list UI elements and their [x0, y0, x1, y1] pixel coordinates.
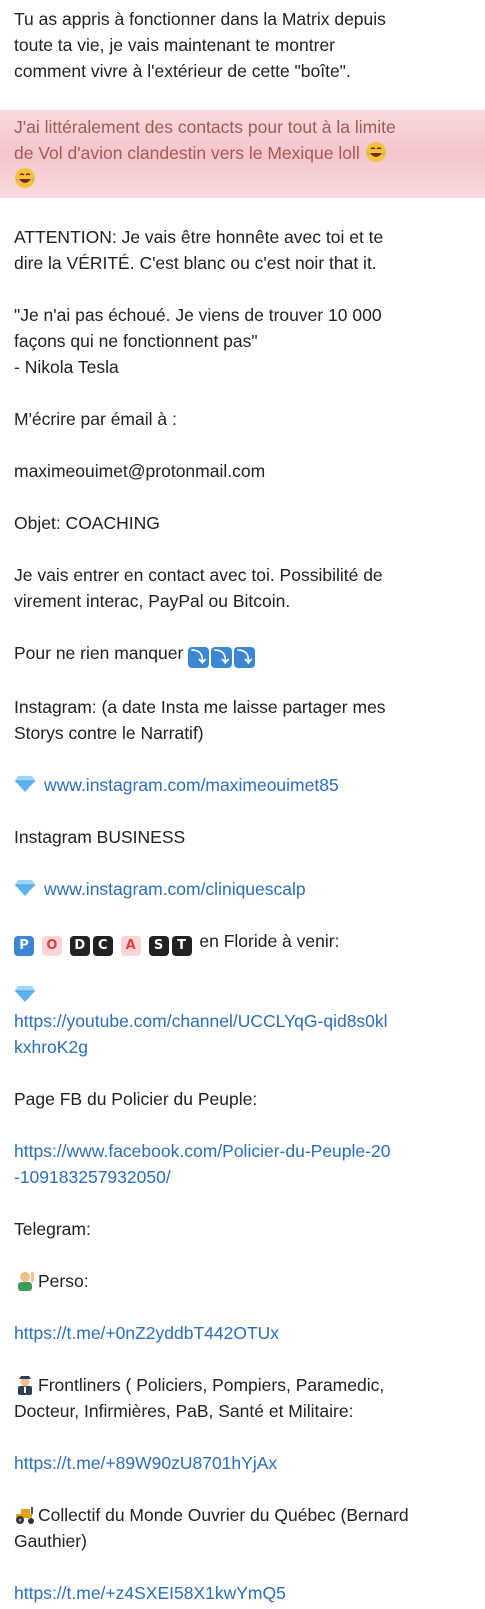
down-arrow-button-icon: ⤵: [188, 647, 210, 668]
officer-icon: [18, 1376, 32, 1395]
fb-title: Page FB du Policier du Peuple:: [14, 1089, 258, 1109]
instagram-business-link-row: www.instagram.com/cliniquescalp: [14, 876, 471, 902]
fb-link-line-2[interactable]: -109183257932050/: [14, 1164, 471, 1190]
instagram-business-link[interactable]: www.instagram.com/cliniquescalp: [44, 879, 306, 899]
frontliners-line-2: Docteur, Infirmières, PaB, Santé et Mili…: [14, 1401, 354, 1421]
highlighted-passage: J'ai littéralement des contacts pour tou…: [0, 110, 485, 198]
youtube-link-line-1[interactable]: https://youtube.com/channel/UCCLYqG-qid8…: [14, 1008, 471, 1034]
intro-line-2: toute ta vie, je vais maintenant te mont…: [14, 35, 335, 55]
letter-c-icon: C: [92, 936, 113, 956]
intro-line-3: comment vivre à l'extérieur de cette "bo…: [14, 61, 351, 81]
podcast-text: en Floride à venir:: [199, 931, 340, 951]
frontliners-line-1: Frontliners ( Policiers, Pompiers, Param…: [14, 1372, 471, 1398]
fb-link-line-1[interactable]: https://www.facebook.com/Policier-du-Peu…: [14, 1138, 471, 1164]
highlight-line-3: [14, 166, 471, 192]
down-arrow-button-icon: ⤵: [211, 647, 233, 668]
attention-line-1: ATTENTION: Je vais être honnête avec toi…: [14, 227, 384, 247]
face-with-tears-of-joy-icon: [365, 142, 386, 162]
blue-diamond-icon: [15, 776, 35, 792]
perso-title: Perso:: [14, 1268, 471, 1294]
letter-a-icon: A: [120, 936, 141, 956]
letter-d-icon: D: [69, 936, 90, 956]
letter-p-icon: P: [14, 936, 34, 956]
perso-link[interactable]: https://t.me/+0nZ2yddbT442OTUx: [14, 1320, 471, 1346]
person-raising-hand-icon: [18, 1272, 34, 1291]
subject-line: Objet: COACHING: [14, 513, 160, 533]
tractor-icon: [16, 1507, 34, 1524]
letter-t-icon: T: [171, 936, 192, 956]
instagram-link-row: www.instagram.com/maximeouimet85: [14, 772, 471, 798]
quote-line-2: façons qui ne fonctionnent pas": [14, 331, 258, 351]
email-prompt: M'écrire par émail à :: [14, 409, 177, 429]
blue-diamond-icon: [15, 880, 35, 896]
letter-s-icon: S: [148, 936, 169, 956]
telegram-title: Telegram:: [14, 1219, 91, 1239]
frontliners-link[interactable]: https://t.me/+89W90zU8701hYjAx: [14, 1450, 471, 1476]
intro-line-1: Tu as appris à fonctionner dans la Matri…: [14, 9, 386, 29]
quote-author: - Nikola Tesla: [14, 357, 119, 377]
instagram-line-2: Storys contre le Narratif): [14, 723, 204, 743]
collectif-link[interactable]: https://t.me/+z4SXEI58X1kwYmQ5: [14, 1580, 471, 1606]
down-arrow-button-icon: ⤵: [234, 647, 256, 668]
highlight-line-2: de Vol d'avion clandestin vers le Mexiqu…: [14, 140, 471, 166]
email-address[interactable]: maximeouimet@protonmail.com: [14, 458, 471, 484]
attention-line-2: dire la VÉRITÉ. C'est blanc ou c'est noi…: [14, 253, 377, 273]
face-with-tears-of-joy-icon: [15, 168, 35, 188]
message-body: Tu as appris à fonctionner dans la Matri…: [0, 0, 485, 1606]
follow-line: Pour ne rien manquer ⤵ ⤵ ⤵: [14, 640, 471, 668]
contact-line-1: Je vais entrer en contact avec toi. Poss…: [14, 565, 383, 585]
collectif-line-2: Gauthier): [14, 1531, 87, 1551]
contact-line-2: virement interac, PayPal ou Bitcoin.: [14, 591, 291, 611]
highlight-line-1: J'ai littéralement des contacts pour tou…: [14, 117, 396, 137]
collectif-line-1: Collectif du Monde Ouvrier du Québec (Be…: [14, 1502, 471, 1528]
letter-o-icon: O: [41, 936, 62, 956]
quote-line-1: "Je n'ai pas échoué. Je viens de trouver…: [14, 305, 382, 325]
youtube-icon-row: [14, 982, 471, 1008]
instagram-line-1: Instagram: (a date Insta me laisse parta…: [14, 697, 386, 717]
instagram-link[interactable]: www.instagram.com/maximeouimet85: [44, 775, 339, 795]
blue-diamond-icon: [15, 986, 35, 1002]
instagram-business-title: Instagram BUSINESS: [14, 827, 186, 847]
youtube-link-line-2[interactable]: kxhroK2g: [14, 1034, 471, 1060]
podcast-line: P O DC A ST en Floride à venir:: [14, 928, 471, 956]
